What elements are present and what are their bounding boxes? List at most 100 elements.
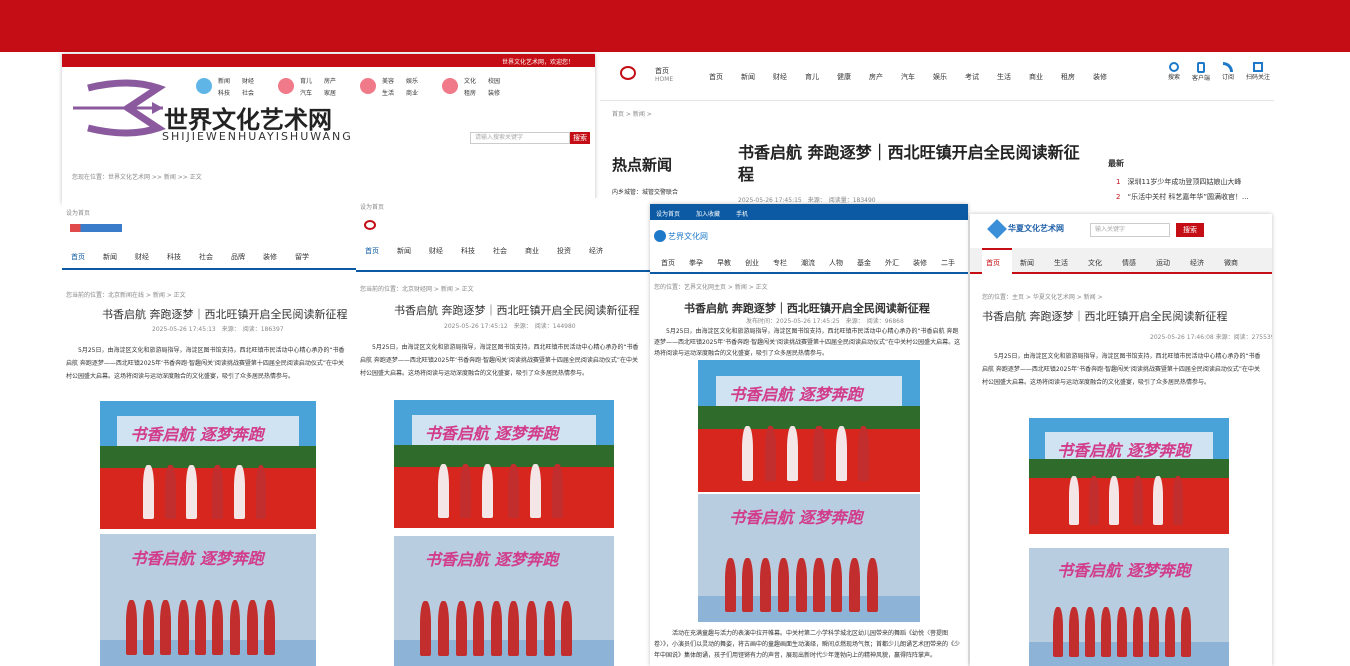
nav-item[interactable]: 装修 [254, 252, 286, 262]
home-en: HOME [655, 76, 674, 83]
hot-news-item[interactable]: 内乡城管：城管交警联合 [612, 187, 678, 196]
nav-item[interactable]: 经济 [580, 246, 612, 256]
top-link[interactable]: 设为首页 [656, 209, 680, 218]
nav-link[interactable]: 家居 [324, 88, 346, 97]
nav-link[interactable]: 新闻 [218, 76, 240, 85]
nav-item[interactable]: 房产 [860, 72, 892, 82]
nav-item[interactable]: 商业 [1020, 72, 1052, 82]
nav-link[interactable]: 育儿 [300, 76, 322, 85]
nav-item[interactable]: 品牌 [222, 252, 254, 262]
breadcrumb: 首页 > 新闻 > [612, 111, 652, 118]
nav-link[interactable]: 商业 [406, 88, 428, 97]
nav-item[interactable]: 文化 [1078, 258, 1112, 268]
nav-item[interactable]: 社会 [190, 252, 222, 262]
mobile-app-icon[interactable] [1197, 62, 1206, 73]
nav-link[interactable]: 租房 [464, 88, 486, 97]
latest-item[interactable]: 深圳11岁少年成功登顶四姑娘山大峰 [1127, 178, 1241, 186]
search-input[interactable]: 请输入搜索关键字 [470, 132, 570, 144]
nav-link[interactable]: 汽车 [300, 88, 322, 97]
search-icon[interactable] [1169, 62, 1179, 72]
nav-item[interactable]: 新闻 [388, 246, 420, 256]
nav-item[interactable]: 财经 [126, 252, 158, 262]
event-photo: 书香启航 逐梦奔跑 [1029, 548, 1229, 666]
photo-banner-text: 书香启航 逐梦奔跑 [729, 385, 863, 405]
nav-link[interactable]: 生活 [382, 88, 404, 97]
nav-item[interactable]: 情感 [1112, 258, 1146, 268]
article-body: 5月25日，由海淀区文化和旅游局指导，海淀区图书馆支持，西北旺镇市民活动中心精心… [360, 344, 639, 377]
nav-item[interactable]: 考试 [956, 72, 988, 82]
latest-num: 1 [1116, 178, 1121, 186]
nav-item[interactable]: 基金 [850, 258, 878, 268]
nav-item[interactable]: 经济 [1180, 258, 1214, 268]
nav-item[interactable]: 生活 [988, 72, 1020, 82]
top-welcome: 世界文化艺术网，欢迎您！ [502, 59, 575, 66]
nav-link[interactable]: 美容 [382, 76, 404, 85]
screenshot-home-news-site: 首页 HOME 首页 新闻 财经 育儿 健康 房产 汽车 娱乐 考试 生活 商业… [600, 54, 1274, 214]
nav-item[interactable]: 生活 [1044, 258, 1078, 268]
nav-link[interactable]: 校园 [488, 76, 510, 85]
nav-item[interactable]: 人物 [822, 258, 850, 268]
latest-item[interactable]: “乐活中关村 科艺嘉年华”圆满收官！... [1127, 193, 1248, 201]
search-button[interactable]: 搜索 [1176, 223, 1204, 237]
nav-link[interactable]: 娱乐 [406, 76, 428, 85]
nav-item[interactable]: 科技 [452, 246, 484, 256]
nav-item[interactable]: 装修 [1084, 72, 1116, 82]
tool-label: 客户端 [1192, 75, 1211, 82]
article-meta: 2025-05-26 17:45:13 来源： 阅读：186397 [152, 326, 284, 333]
nav-item[interactable]: 首页 [976, 258, 1010, 268]
nav-link[interactable]: 装修 [488, 88, 510, 97]
nav-item[interactable]: 专栏 [766, 258, 794, 268]
nav-item[interactable]: 科技 [158, 252, 190, 262]
nav-item[interactable]: 投资 [548, 246, 580, 256]
article-body: 5月25日，由海淀区文化和旅游局指导，海淀区图书馆支持，西北旺镇市民活动中心精心… [654, 328, 961, 357]
set-home-link[interactable]: 设为首页 [66, 208, 90, 217]
photo-banner-text: 书香启航 逐梦奔跑 [424, 550, 559, 570]
nav-link[interactable]: 房产 [324, 76, 346, 85]
nav-item[interactable]: 新闻 [1010, 258, 1044, 268]
nav-item[interactable]: 首页 [356, 246, 388, 256]
nav-item[interactable]: 财经 [764, 72, 796, 82]
site-logo-icon [987, 219, 1007, 239]
nav-item[interactable]: 首页 [654, 258, 682, 268]
nav-link[interactable]: 文化 [464, 76, 486, 85]
nav-item[interactable]: 二手 [934, 258, 962, 268]
top-link[interactable]: 加入收藏 [696, 209, 720, 218]
nav-item[interactable]: 留学 [286, 252, 318, 262]
set-home-link[interactable]: 设为首页 [360, 202, 384, 211]
header-red-bar [0, 0, 1350, 52]
rss-icon[interactable] [1223, 62, 1234, 72]
top-link[interactable]: 手机 [736, 209, 748, 218]
nav-item[interactable]: 财经 [420, 246, 452, 256]
nav-item[interactable]: 外汇 [878, 258, 906, 268]
nav-item[interactable]: 创业 [738, 258, 766, 268]
event-photo: 书香启航 逐梦奔跑 [1029, 418, 1229, 534]
home-label[interactable]: 首页 [655, 66, 669, 76]
nav-item[interactable]: 首页 [700, 72, 732, 82]
nav-item[interactable]: 商业 [516, 246, 548, 256]
nav-item[interactable]: 健康 [828, 72, 860, 82]
nav-item[interactable]: 新闻 [732, 72, 764, 82]
search-button[interactable]: 搜索 [570, 132, 590, 144]
site-logo-icon [620, 66, 636, 80]
nav-item[interactable]: 装修 [906, 258, 934, 268]
nav-item[interactable]: 育儿 [796, 72, 828, 82]
nav-item[interactable]: 拳孕 [682, 258, 710, 268]
nav-item[interactable]: 微商 [1214, 258, 1248, 268]
screenshot-yijie-culture: 设为首页 加入收藏 手机 艺界文化网 首页 拳孕 早教 创业 专栏 潮流 人物 … [650, 204, 968, 666]
nav-item[interactable]: 首页 [62, 252, 94, 262]
site-logo [70, 224, 122, 232]
nav-item[interactable]: 汽车 [892, 72, 924, 82]
nav-item[interactable]: 运动 [1146, 258, 1180, 268]
screenshot-world-culture-art: 世界文化艺术网，欢迎您！ 世界文化艺术网 SHIJIEWENHUAYISHUWA… [62, 54, 595, 204]
nav-item[interactable]: 社会 [484, 246, 516, 256]
nav-item[interactable]: 早教 [710, 258, 738, 268]
nav-link[interactable]: 科技 [218, 88, 240, 97]
nav-item[interactable]: 潮流 [794, 258, 822, 268]
search-input[interactable]: 输入关键字 [1090, 223, 1170, 237]
nav-item[interactable]: 新闻 [94, 252, 126, 262]
nav-item[interactable]: 娱乐 [924, 72, 956, 82]
nav-link[interactable]: 财经 [242, 76, 264, 85]
nav-item[interactable]: 租房 [1052, 72, 1084, 82]
qrcode-icon[interactable] [1253, 62, 1264, 72]
nav-link[interactable]: 社会 [242, 88, 264, 97]
